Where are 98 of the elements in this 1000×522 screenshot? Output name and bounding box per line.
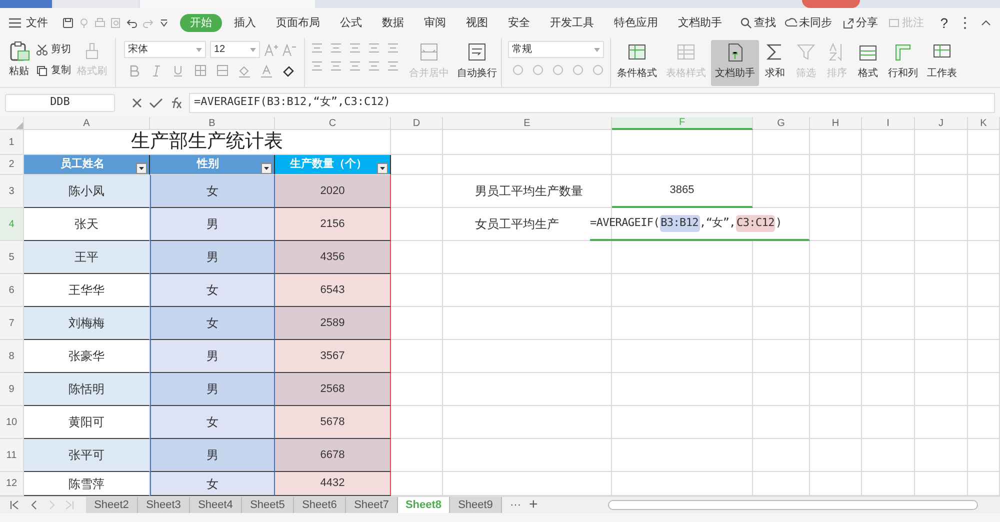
- sheet-cell: 3865: [612, 175, 753, 208]
- column-header[interactable]: H: [810, 117, 862, 130]
- help-button[interactable]: ?: [940, 12, 948, 34]
- sheet-tab[interactable]: Sheet8: [398, 497, 450, 513]
- search-button[interactable]: 查找: [740, 14, 776, 32]
- sheet-tab[interactable]: Sheet3: [138, 497, 190, 513]
- copy-button[interactable]: 复制: [36, 63, 71, 78]
- table-cell: 陈恬明: [24, 373, 150, 406]
- font-size-field[interactable]: 12: [210, 41, 260, 58]
- column-header[interactable]: A: [24, 117, 150, 130]
- sheet-tab[interactable]: Sheet9: [450, 497, 502, 513]
- table-cell: 男: [150, 241, 275, 274]
- table-cell: 男: [150, 439, 275, 472]
- ribbon-tab[interactable]: 安全: [500, 14, 538, 32]
- column-header[interactable]: C: [275, 117, 391, 130]
- cut-button[interactable]: 剪切: [36, 42, 71, 57]
- table-cell: 2568: [275, 373, 391, 406]
- table-cell: 女: [150, 307, 275, 340]
- table-cell: 陈雪萍: [24, 472, 150, 496]
- ribbon-tab[interactable]: 视图: [458, 14, 496, 32]
- row-header[interactable]: 1: [0, 130, 24, 155]
- ribbon-tab[interactable]: 数据: [374, 14, 412, 32]
- table-cell: 6543: [275, 274, 391, 307]
- table-cell: 张豪华: [24, 340, 150, 373]
- table-cell: 4432: [275, 472, 391, 496]
- table-cell: 女: [150, 274, 275, 307]
- table-cell: 4356: [275, 241, 391, 274]
- sheet-tab[interactable]: Sheet6: [294, 497, 346, 513]
- sheet-button[interactable]: 工作表: [923, 40, 961, 86]
- sync-button[interactable]: 未同步: [785, 14, 832, 32]
- row-header[interactable]: 6: [0, 274, 24, 307]
- table-cell: 6678: [275, 439, 391, 472]
- table-cell: 女: [150, 175, 275, 208]
- helper-button[interactable]: 文档助手: [711, 40, 759, 86]
- formula-cell[interactable]: =AVERAGEIF(B3:B12,“女”,C3:C12): [590, 208, 810, 241]
- file-menu[interactable]: 文件: [26, 14, 48, 32]
- table-cell: 2589: [275, 307, 391, 340]
- ribbon-tab[interactable]: 审阅: [416, 14, 454, 32]
- ribbon-tab[interactable]: 插入: [226, 14, 264, 32]
- row-header[interactable]: 8: [0, 340, 24, 373]
- sum-button[interactable]: 求和: [760, 40, 790, 86]
- font-name-field[interactable]: 宋体: [124, 41, 206, 58]
- row-header[interactable]: 2: [0, 155, 24, 175]
- table-cell: 女: [150, 472, 275, 496]
- table-cell: 3567: [275, 340, 391, 373]
- row-header[interactable]: 9: [0, 373, 24, 406]
- number-format-field[interactable]: 常规: [508, 41, 604, 58]
- table-cell: 王平: [24, 241, 150, 274]
- row-header[interactable]: 10: [0, 406, 24, 439]
- row-header[interactable]: 5: [0, 241, 24, 274]
- ribbon-tab[interactable]: 公式: [332, 14, 370, 32]
- sheet-cell: 男员工平均生产数量: [443, 175, 612, 208]
- table-cell: 张天: [24, 208, 150, 241]
- table-cell: 王华华: [24, 274, 150, 307]
- formula-field[interactable]: =AVERAGEIF(B3:B12,“女”,C3:C12): [189, 92, 995, 112]
- column-header[interactable]: K: [968, 117, 1000, 130]
- column-header[interactable]: G: [753, 117, 810, 130]
- format-button[interactable]: 格式: [853, 40, 883, 86]
- sheet-tab[interactable]: Sheet5: [242, 497, 294, 513]
- cond-button[interactable]: 条件格式: [613, 40, 661, 86]
- paste-button[interactable]: 粘贴: [8, 40, 30, 79]
- table-cell: 男: [150, 340, 275, 373]
- name-box[interactable]: DDB: [5, 94, 115, 112]
- row-header[interactable]: 12: [0, 472, 24, 496]
- rowcol-button[interactable]: 行和列: [884, 40, 922, 86]
- column-title: 性别: [197, 156, 219, 172]
- ribbon-tab[interactable]: 开始: [180, 14, 222, 32]
- add-sheet-button[interactable]: +: [529, 494, 538, 516]
- ribbon-tab[interactable]: 特色应用: [606, 14, 666, 32]
- sheet-tab[interactable]: Sheet4: [190, 497, 242, 513]
- table-cell: 陈小凤: [24, 175, 150, 208]
- table-cell: 张平可: [24, 439, 150, 472]
- ribbon-tab[interactable]: 页面布局: [268, 14, 328, 32]
- share-button[interactable]: 分享: [842, 14, 878, 32]
- column-title: 生产数量（个）: [290, 156, 367, 172]
- column-header[interactable]: I: [862, 117, 915, 130]
- table-cell: 2020: [275, 175, 391, 208]
- ribbon-tab[interactable]: 文档助手: [670, 14, 730, 32]
- row-header[interactable]: 7: [0, 307, 24, 340]
- table-cell: 刘梅梅: [24, 307, 150, 340]
- ribbon-tab[interactable]: 开发工具: [542, 14, 602, 32]
- sheet-tab[interactable]: Sheet7: [346, 497, 398, 513]
- column-header[interactable]: J: [915, 117, 968, 130]
- sheet-tab[interactable]: Sheet2: [86, 497, 138, 513]
- column-title: 员工姓名: [60, 156, 104, 172]
- row-header[interactable]: 3: [0, 175, 24, 208]
- wrap-button[interactable]: 自动换行: [453, 40, 501, 86]
- table-cell: 女: [150, 406, 275, 439]
- table-cell: 男: [150, 208, 275, 241]
- column-header[interactable]: E: [443, 117, 612, 130]
- table-cell: 黄阳可: [24, 406, 150, 439]
- table-cell: 2156: [275, 208, 391, 241]
- table-cell: 男: [150, 373, 275, 406]
- row-header[interactable]: 11: [0, 439, 24, 472]
- table-cell: 5678: [275, 406, 391, 439]
- column-header[interactable]: B: [150, 117, 275, 130]
- column-header[interactable]: D: [391, 117, 443, 130]
- more-sheets-button[interactable]: ···: [510, 496, 521, 514]
